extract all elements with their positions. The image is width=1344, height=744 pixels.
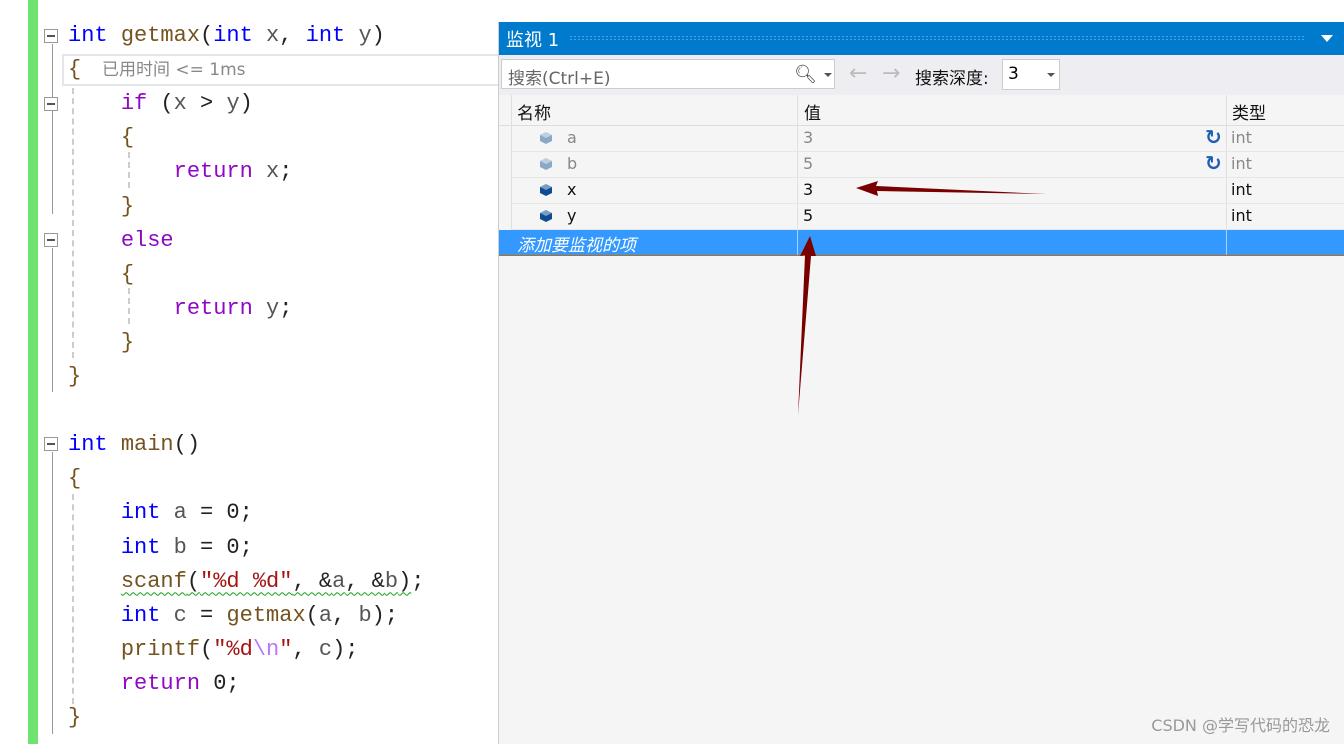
watermark: CSDN @学写代码的恐龙 (1151, 716, 1330, 735)
annotation-arrows (798, 181, 1046, 415)
arrow-to-x-value (856, 181, 1046, 196)
arrow-to-add-row (798, 236, 816, 415)
